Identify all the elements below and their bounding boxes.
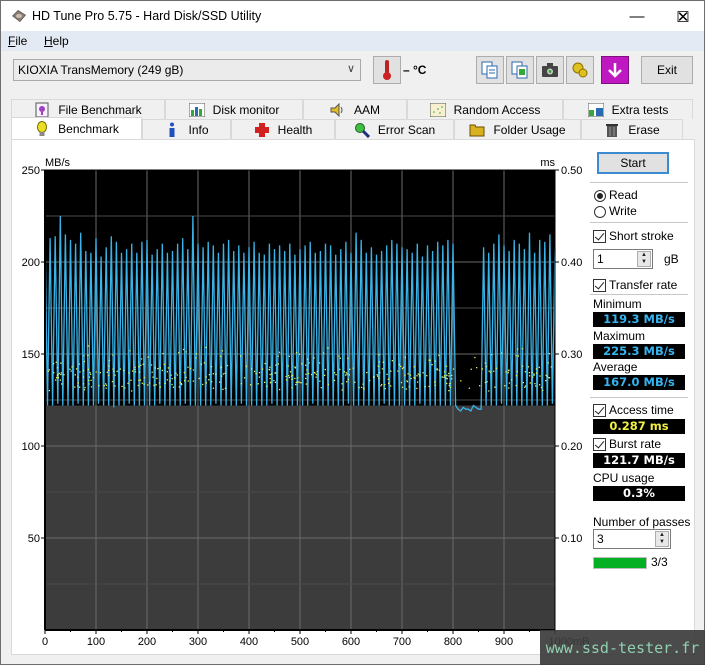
drive-name: KIOXIA TransMemory (249 gB) xyxy=(18,63,184,77)
title-bar: HD Tune Pro 5.75 - Hard Disk/SSD Utility… xyxy=(0,0,705,31)
chevron-down-icon: ∨ xyxy=(346,63,355,75)
divider xyxy=(590,222,688,223)
minimum-value: 119.3 MB/s xyxy=(593,312,685,327)
minimum-label: Minimum xyxy=(593,297,642,311)
passes-label: Number of passes xyxy=(593,515,691,529)
save-button[interactable] xyxy=(601,56,629,84)
screenshot-button[interactable] xyxy=(536,56,564,84)
trash-icon xyxy=(604,122,620,138)
minimize-icon: — xyxy=(629,8,645,25)
disk-monitor-icon xyxy=(188,102,205,118)
short-stroke-label: Short stroke xyxy=(609,229,674,243)
info-icon xyxy=(164,122,180,138)
access-time-checkbox[interactable] xyxy=(593,404,606,417)
watermark: www.ssd-tester.fr xyxy=(540,630,705,665)
tab-extra-tests[interactable]: Extra tests xyxy=(563,99,693,119)
tab-health[interactable]: Health xyxy=(231,119,335,139)
transfer-rate-label: Transfer rate xyxy=(609,278,678,292)
cpu-usage-label: CPU usage xyxy=(593,471,655,485)
window-title: HD Tune Pro 5.75 - Hard Disk/SSD Utility xyxy=(32,9,262,23)
access-time-label: Access time xyxy=(609,403,674,417)
read-radio[interactable] xyxy=(594,190,606,202)
burst-rate-checkbox[interactable] xyxy=(593,438,606,451)
tab-random-access[interactable]: Random Access xyxy=(407,99,563,119)
app-hard-disk-icon xyxy=(12,10,26,22)
file-benchmark-icon xyxy=(34,102,50,118)
copy-screenshot-icon xyxy=(511,61,528,79)
camera-icon xyxy=(542,63,558,77)
save-download-icon xyxy=(608,63,622,78)
maximum-value: 225.3 MB/s xyxy=(593,344,685,359)
access-time-value: 0.287 ms xyxy=(593,419,685,434)
write-label: Write xyxy=(609,204,637,218)
folder-icon xyxy=(469,122,485,138)
average-label: Average xyxy=(593,360,638,374)
passes-input[interactable]: 3 ▲ ▼ xyxy=(593,529,671,549)
maximum-label: Maximum xyxy=(593,329,646,343)
read-label: Read xyxy=(609,188,638,202)
write-radio[interactable] xyxy=(594,206,606,218)
divider xyxy=(590,397,688,398)
minimize-button[interactable]: — xyxy=(614,1,660,32)
passes-progress-text: 3/3 xyxy=(651,555,668,569)
spin-arrows[interactable]: ▲ ▼ xyxy=(655,531,669,547)
temperature-readout: – °C xyxy=(403,63,427,77)
divider xyxy=(590,182,688,183)
menu-bar: File Help xyxy=(0,31,705,51)
tab-row-top: File Benchmark Disk monitor AAM Random A… xyxy=(11,99,693,119)
thermometer-icon xyxy=(383,60,391,80)
tab-aam[interactable]: AAM xyxy=(303,99,407,119)
random-access-icon xyxy=(429,102,446,118)
toolbar: KIOXIA TransMemory (249 gB) ∨ – °C Exit xyxy=(0,51,705,91)
copy-text-button[interactable] xyxy=(476,56,504,84)
spin-arrows[interactable]: ▲ ▼ xyxy=(637,251,651,267)
speaker-icon xyxy=(330,102,346,118)
average-value: 167.0 MB/s xyxy=(593,375,685,390)
copy-text-icon xyxy=(481,61,498,79)
tab-info[interactable]: Info xyxy=(142,119,231,139)
tab-benchmark[interactable]: Benchmark xyxy=(11,117,142,139)
lightbulb-icon xyxy=(34,120,50,137)
cpu-usage-value: 0.3% xyxy=(593,486,685,501)
close-button[interactable]: ✕ xyxy=(660,1,705,32)
extra-tests-icon xyxy=(587,102,604,118)
options-icon xyxy=(572,62,588,78)
short-stroke-unit: gB xyxy=(664,252,679,266)
close-icon: ✕ xyxy=(676,8,690,26)
divider xyxy=(590,294,688,295)
tab-row-bottom: Benchmark Info Health Error Scan Folder … xyxy=(11,117,683,139)
temperature-button[interactable] xyxy=(373,56,401,84)
start-button[interactable]: Start xyxy=(597,152,669,174)
drive-select[interactable]: KIOXIA TransMemory (249 gB) ∨ xyxy=(13,59,361,81)
menu-file[interactable]: File xyxy=(8,34,27,48)
short-stroke-checkbox[interactable] xyxy=(593,230,606,243)
health-cross-icon xyxy=(254,122,270,138)
tab-erase[interactable]: Erase xyxy=(581,119,683,139)
tab-disk-monitor[interactable]: Disk monitor xyxy=(165,99,303,119)
exit-button[interactable]: Exit xyxy=(641,56,693,84)
menu-help[interactable]: Help xyxy=(44,34,69,48)
tab-file-benchmark[interactable]: File Benchmark xyxy=(11,99,165,119)
tab-folder-usage[interactable]: Folder Usage xyxy=(454,119,581,139)
tab-error-scan[interactable]: Error Scan xyxy=(335,119,454,139)
magnifier-icon xyxy=(354,122,370,138)
transfer-rate-checkbox[interactable] xyxy=(593,279,606,292)
copy-screenshot-button[interactable] xyxy=(506,56,534,84)
options-button[interactable] xyxy=(566,56,594,84)
burst-rate-label: Burst rate xyxy=(609,437,662,451)
burst-rate-value: 121.7 MB/s xyxy=(593,453,685,468)
short-stroke-input[interactable]: 1 ▲ ▼ xyxy=(593,249,653,269)
passes-progress-bar xyxy=(593,557,647,569)
